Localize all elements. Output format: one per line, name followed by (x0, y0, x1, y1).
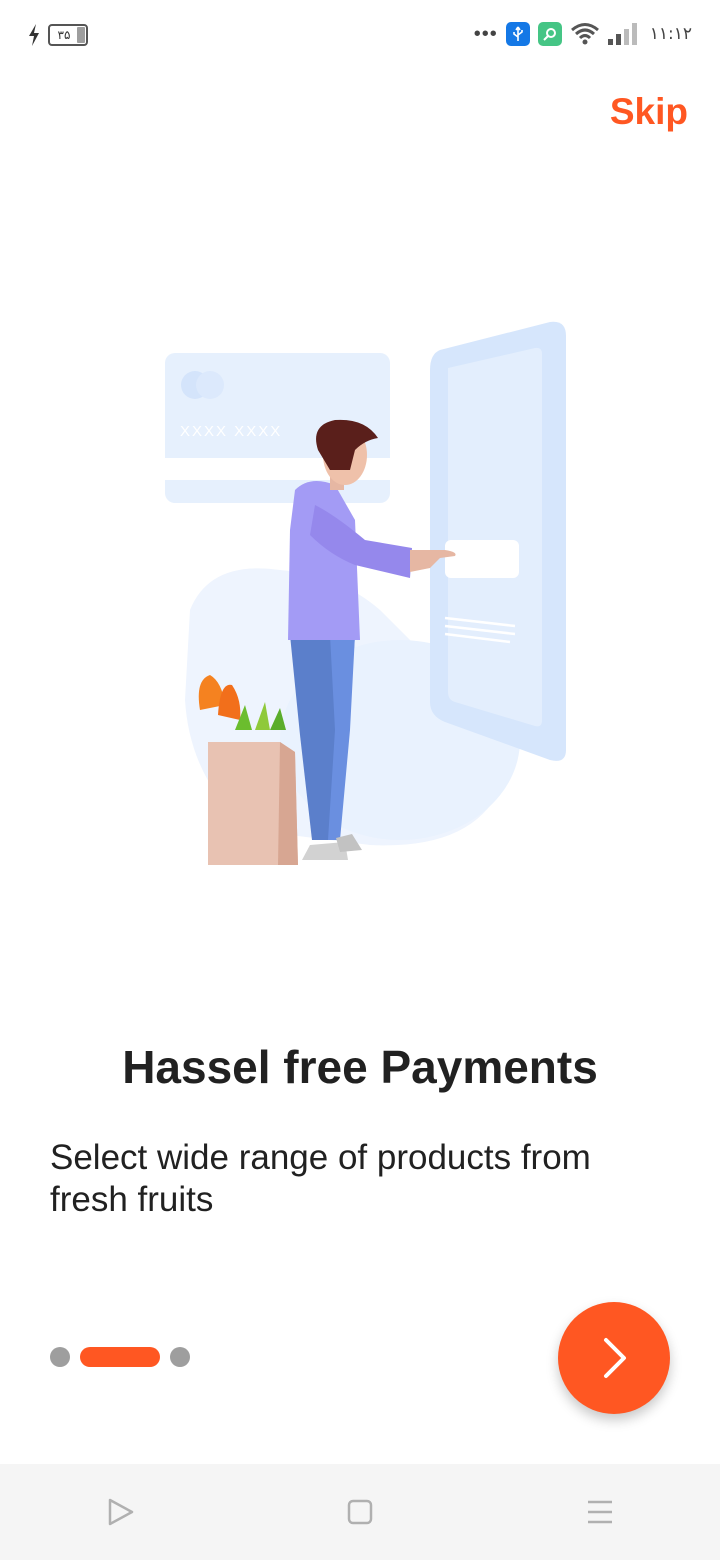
system-navigation-bar (0, 1464, 720, 1560)
signal-icon (607, 23, 637, 45)
nav-back-button[interactable] (80, 1472, 160, 1552)
battery-indicator: ۳۵ (48, 24, 88, 46)
onboarding-screen: ۳۵ ••• ۱۱:۱۲ Skip XXXX XXXX Hassel free … (0, 0, 720, 1560)
onboarding-title: Hassel free Payments (122, 1041, 598, 1093)
payment-illustration: XXXX XXXX (165, 321, 566, 865)
onboarding-description: Select wide range of products from fresh… (50, 1138, 591, 1219)
menu-lines-icon (588, 1500, 612, 1524)
status-bar: ۳۵ ••• ۱۱:۱۲ (0, 0, 720, 72)
nav-home-button[interactable] (320, 1472, 400, 1552)
more-dots-icon: ••• (473, 23, 498, 45)
page-dot-3 (170, 1347, 190, 1367)
chevron-right-icon (604, 1338, 626, 1378)
triangle-back-icon (108, 1498, 134, 1526)
next-button[interactable] (558, 1302, 670, 1414)
wifi-icon (570, 23, 599, 45)
battery-fill (77, 27, 85, 43)
page-dot-2-active (80, 1347, 160, 1367)
nav-menu-button[interactable] (560, 1472, 640, 1552)
battery-level: ۳۵ (57, 28, 71, 42)
status-bar-right: ••• ۱۱:۱۲ (474, 22, 692, 46)
skip-button[interactable]: Skip (604, 90, 694, 134)
page-dot-1 (50, 1347, 70, 1367)
usb-icon (505, 22, 530, 46)
card-number-text: XXXX XXXX (180, 423, 282, 440)
phone-graphic (430, 321, 566, 761)
app-notification-icon (537, 22, 562, 46)
status-clock: ۱۱:۱۲ (649, 24, 692, 44)
charging-icon (29, 24, 39, 46)
square-home-icon (347, 1499, 373, 1525)
status-bar-left: ۳۵ (26, 22, 88, 48)
page-indicator (50, 1347, 190, 1367)
